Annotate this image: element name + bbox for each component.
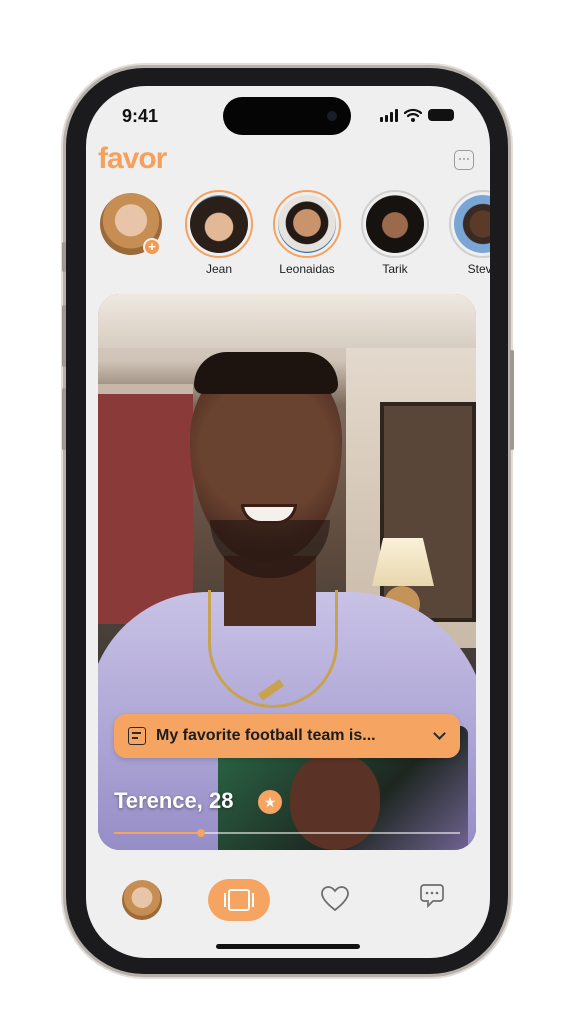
story-ring [361,190,429,258]
tab-profile[interactable] [122,880,162,920]
story-ring [273,190,341,258]
status-icons [380,108,454,122]
profile-card[interactable]: My favorite football team is... Terence,… [98,294,476,850]
video-progress-bar[interactable] [114,829,460,837]
story-item[interactable]: Steve [438,190,490,276]
star-icon: ★ [258,790,282,814]
volume-down-button [62,388,66,450]
wifi-icon [404,108,422,122]
cards-icon [224,889,254,911]
story-name: Tarik [382,262,408,276]
power-button [510,350,514,450]
app-screen: 9:41 favor + Jean Leonaidas Tarik Stev M… [86,86,490,958]
message-square-icon[interactable] [454,150,474,170]
note-icon [128,727,146,745]
heart-icon[interactable] [320,884,350,914]
volume-up-button [62,305,66,367]
stories-row: + Jean Leonaidas Tarik Steve [100,190,490,280]
story-name: Jean [205,262,233,276]
profile-name-age: Terence, 28 [114,788,234,813]
avatar [190,195,248,253]
avatar [278,195,336,253]
silent-switch [62,242,66,272]
plus-icon[interactable]: + [143,238,161,256]
tab-discover[interactable] [208,879,270,921]
story-ring [185,190,253,258]
story-name: Leonaidas [279,262,335,276]
cellular-signal-icon [380,108,398,122]
home-indicator [216,944,360,949]
status-time: 9:41 [122,106,159,126]
battery-icon [428,109,454,121]
tab-bar [86,870,490,930]
avatar [366,195,424,253]
prompt-text: My favorite football team is... [156,727,376,744]
dynamic-island [223,97,351,135]
video-progress-knob[interactable] [196,829,205,837]
story-item[interactable]: Tarik [350,190,440,276]
story-my[interactable]: + [86,190,176,256]
story-item[interactable]: Leonaidas [262,190,352,276]
prompt-dropdown[interactable]: My favorite football team is... [114,714,460,758]
story-name: Steve [467,262,490,276]
avatar [454,195,490,253]
story-item[interactable]: Jean [174,190,264,276]
video-progress-fill [114,832,201,834]
story-ring [449,190,490,258]
chat-bubble-icon[interactable] [419,882,445,908]
chevron-down-icon [433,726,446,740]
app-logo: favor [98,142,167,175]
